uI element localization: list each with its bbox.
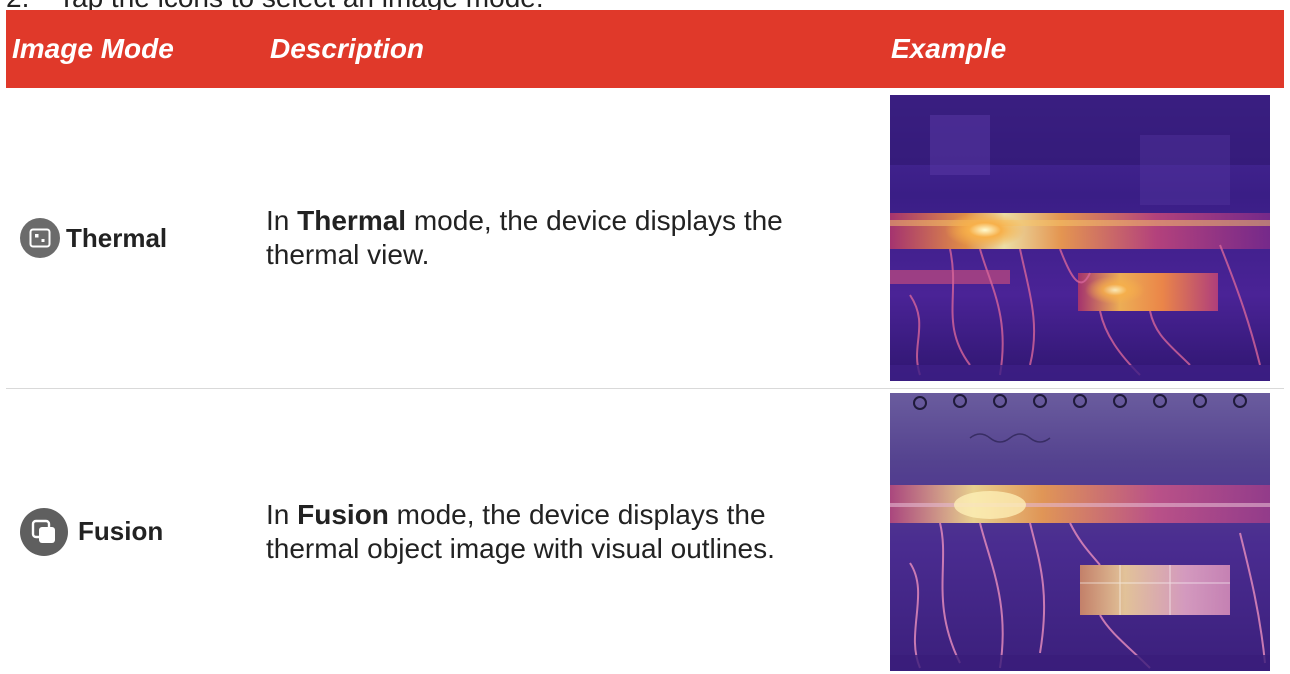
desc-mode-bold: Fusion [297,498,389,530]
desc-mode-bold: Thermal [297,205,407,236]
thermal-example-image [890,95,1270,381]
desc-text: In [266,205,298,236]
description-cell: In Thermal mode, the device displays the… [266,204,886,272]
table-row: Fusion In Fusion mode, the device displa… [6,389,1284,674]
mode-name-fusion: Fusion [78,516,164,546]
step-number: 2. [0,0,58,10]
header-description: Description [270,33,425,64]
fusion-example-image [890,392,1270,671]
image-mode-table: Image Mode Description Example Thermal I… [6,10,1284,674]
example-cell [886,95,1284,381]
mode-cell: Thermal [6,218,266,258]
description-cell: In Fusion mode, the device displays the … [266,498,886,566]
mode-cell: Fusion [6,507,266,556]
thermal-mode-icon[interactable] [20,218,60,258]
example-cell [886,392,1284,671]
table-header: Image Mode Description Example [6,10,1284,88]
step-text: Tap the icons to select an image mode. [58,0,544,10]
fusion-mode-icon[interactable] [20,507,68,556]
header-example: Example [891,33,1007,64]
step-instruction: 2.Tap the icons to select an image mode. [0,0,1290,10]
mode-name-thermal: Thermal [66,222,168,253]
header-image-mode: Image Mode [12,33,174,64]
table-row: Thermal In Thermal mode, the device disp… [6,88,1284,389]
desc-text: In [266,498,298,530]
